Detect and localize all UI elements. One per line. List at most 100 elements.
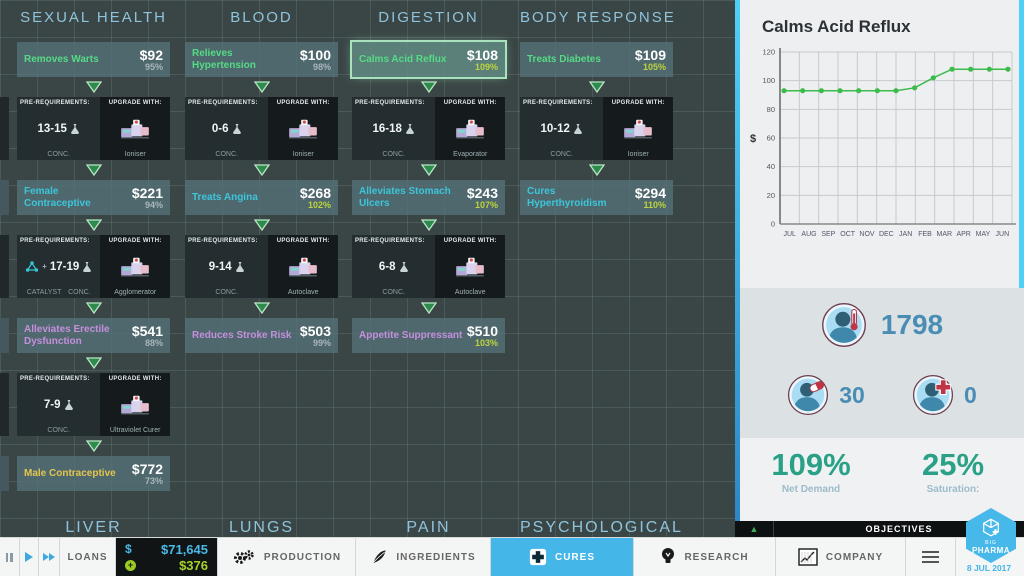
pause-button[interactable] [0, 538, 20, 576]
conc-label: CONC. [47, 427, 70, 434]
research-label: RESEARCH [684, 551, 749, 563]
down-arrow-icon [86, 164, 102, 176]
cure-percent: 109% [474, 61, 498, 72]
saturation-label: Saturation: [926, 484, 980, 495]
chart-scrollbar[interactable] [1019, 0, 1024, 288]
cure-percent: 95% [144, 61, 163, 72]
down-arrow-icon [421, 219, 437, 231]
conc-label: CONC. [215, 151, 238, 158]
down-arrow-icon [254, 302, 270, 314]
cure-card-appetite-suppressant[interactable]: Appetite Suppressant $510 103% [352, 318, 505, 353]
machine-name: Ioniser [627, 151, 649, 158]
svg-text:APR: APR [956, 231, 970, 238]
menu-button[interactable] [906, 538, 956, 576]
conc-range: 13-15 [37, 122, 67, 135]
fast-forward-button[interactable] [39, 538, 59, 576]
tab-company[interactable]: COMPANY [776, 538, 906, 576]
conc-range: 6-8 [378, 260, 396, 273]
down-arrow-icon [86, 357, 102, 369]
svg-text:80: 80 [767, 105, 775, 114]
svg-text:JUN: JUN [996, 231, 1010, 238]
cure-card-reduces-stroke-risk[interactable]: Reduces Stroke Risk $503 99% [185, 318, 338, 353]
cure-price: $109 [634, 46, 666, 63]
cure-card-calms-acid-reflux-selected[interactable]: Calms Acid Reflux $108 109% [350, 40, 507, 79]
cure-card-alleviates-stomach-ulcers[interactable]: Alleviates Stomach Ulcers $243 107% [352, 180, 505, 215]
machine-icon [621, 117, 655, 141]
cure-price: $503 [299, 322, 331, 339]
svg-text:AUG: AUG [801, 231, 816, 238]
offscreen-card-stub [0, 235, 9, 298]
tab-ingredients[interactable]: INGREDIENTS [356, 538, 491, 576]
company-label: COMPANY [825, 551, 884, 563]
objectives-expand-icon[interactable]: ▲ [735, 521, 774, 537]
cure-card-removes-warts[interactable]: Removes Warts $92 95% [17, 42, 170, 77]
sick-patients-count: 1798 [880, 309, 944, 340]
cure-price: $108 [466, 46, 498, 63]
tab-cures-active[interactable]: CURES [491, 538, 634, 576]
cure-cross-icon [529, 548, 547, 566]
svg-text:120: 120 [762, 48, 775, 57]
machine-icon [286, 255, 320, 279]
cure-price: $510 [466, 322, 498, 339]
cure-name: Removes Warts [24, 53, 99, 65]
cures-market-grid: SEXUAL HEALTH BLOOD DIGESTION BODY RESPO… [0, 0, 740, 576]
offscreen-card-stub [0, 456, 9, 491]
cure-card-cures-hyperthyroidism[interactable]: Cures Hyperthyroidism $294 110% [520, 180, 673, 215]
conc-range: 17-19 [49, 260, 80, 273]
cure-name: Treats Angina [192, 191, 258, 203]
tab-research[interactable]: RESEARCH [634, 538, 776, 576]
conc-label: CONC. [382, 289, 405, 296]
machine-name: Autoclave [287, 289, 319, 296]
category-header-pain: PAIN [406, 519, 451, 536]
svg-text:OCT: OCT [840, 231, 856, 238]
cure-card-treats-diabetes[interactable]: Treats Diabetes $109 105% [520, 42, 673, 77]
company-chart-icon [798, 548, 818, 566]
income-plus-icon: + [125, 559, 136, 571]
flask-icon [573, 123, 583, 135]
category-header-lungs: LUNGS [228, 519, 295, 536]
conc-label: CONC. [47, 151, 70, 158]
cure-card-alleviates-erectile-dysfunction[interactable]: Alleviates Erectile Dysfunction $541 88% [17, 318, 170, 353]
offscreen-card-stub [0, 373, 9, 436]
treated-patients-icon [788, 374, 829, 416]
down-arrow-icon [589, 164, 605, 176]
cure-name: Appetite Suppressant [359, 329, 463, 341]
tab-production[interactable]: PRODUCTION [218, 538, 356, 576]
svg-text:NOV: NOV [859, 231, 875, 238]
down-arrow-icon [589, 81, 605, 93]
tab-loans[interactable]: LOANS [60, 538, 116, 576]
category-header-sexual-health: SEXUAL HEALTH [20, 9, 167, 26]
svg-text:SEP: SEP [821, 231, 835, 238]
app-screen: SEXUAL HEALTH BLOOD DIGESTION BODY RESPO… [0, 0, 1024, 576]
treated-patients-count: 30 [839, 381, 865, 408]
ingredients-label: INGREDIENTS [396, 551, 476, 563]
cure-name: Relieves Hypertension [192, 48, 256, 71]
machine-icon [286, 117, 320, 141]
cure-percent: 94% [144, 199, 163, 210]
prereq-card: PRE-REQUIREMENTS: 13-15 CONC. UPGRADE WI… [17, 97, 170, 160]
category-header-body-response: BODY RESPONSE [520, 9, 676, 26]
cure-name: Cures Hyperthyroidism [527, 186, 607, 209]
loans-label: LOANS [67, 551, 108, 563]
logo-line2: PHARMA [971, 545, 1011, 555]
cure-column-digestion: Calms Acid Reflux $108 109% PRE-REQUIREM… [350, 40, 507, 353]
svg-text:20: 20 [767, 191, 775, 200]
production-label: PRODUCTION [263, 551, 342, 563]
cure-card-male-contraceptive[interactable]: Male Contraceptive $772 73% [17, 456, 170, 491]
net-demand-label: Net Demand [781, 484, 841, 495]
svg-text:$: $ [750, 133, 756, 145]
cure-card-treats-angina[interactable]: Treats Angina $268 102% [185, 180, 338, 215]
cure-card-female-contraceptive[interactable]: Female Contraceptive $221 94% [17, 180, 170, 215]
down-arrow-icon [421, 81, 437, 93]
cure-card-relieves-hypertension[interactable]: Relieves Hypertension $100 98% [185, 42, 338, 77]
play-button[interactable] [20, 538, 40, 576]
conc-range: 10-12 [540, 122, 570, 135]
hamburger-icon [922, 551, 939, 563]
machine-name: Ioniser [124, 151, 146, 158]
category-header-blood: BLOOD [230, 9, 293, 26]
cure-percent: 102% [307, 199, 331, 210]
catalyst-icon [25, 260, 39, 273]
net-demand-value: 109% [771, 447, 851, 482]
demand-stats-section: 1798 30 0 [740, 288, 1024, 438]
cure-name: Male Contraceptive [24, 467, 116, 479]
